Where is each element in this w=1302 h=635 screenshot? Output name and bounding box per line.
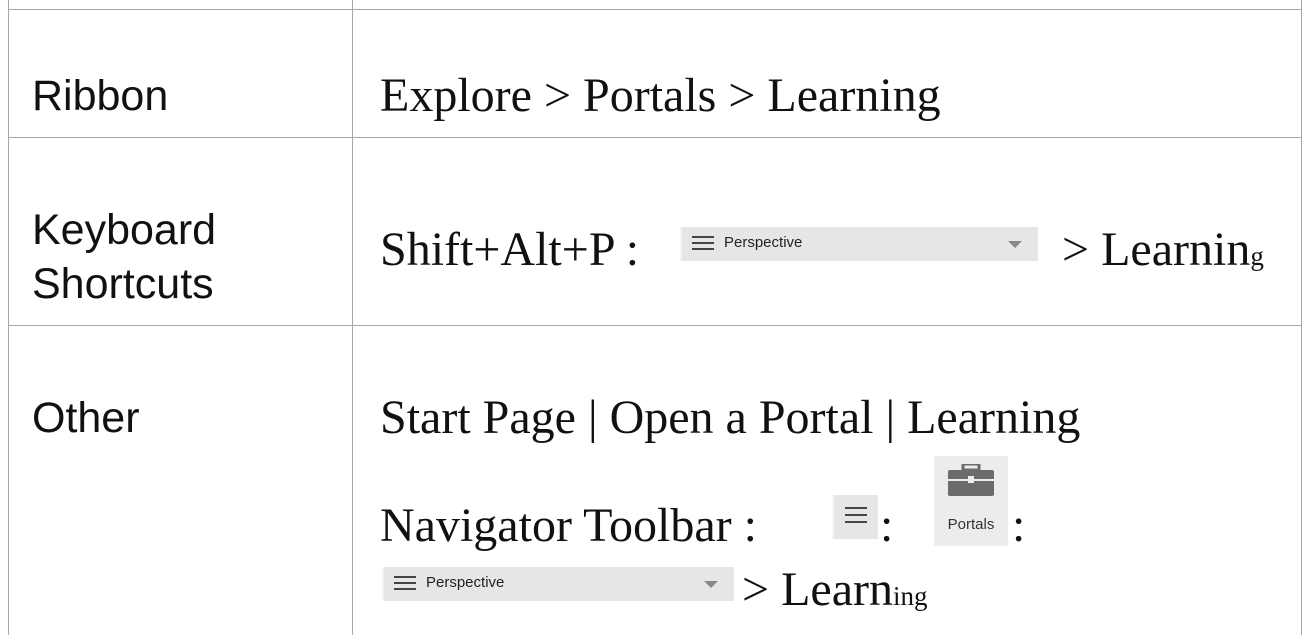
row-label-ribbon: Ribbon: [32, 72, 169, 120]
shortcut-suffix: > Learning: [1062, 222, 1264, 284]
keyboard-access-table: Ribbon Explore > Portals > Learning Keyb…: [0, 0, 1302, 635]
shortcut-suffix-tiny: g: [1250, 241, 1264, 271]
row-divider: [8, 137, 1302, 138]
row-label-keyboard: Keyboard: [32, 206, 217, 254]
chevron-down-icon: [704, 581, 718, 588]
start-page-path: Start Page | Open a Portal | Learning: [380, 391, 1081, 444]
navigator-suffix-main: > Learn: [742, 563, 893, 616]
hamburger-menu-icon: [394, 576, 416, 594]
shortcut-suffix-main: > Learnin: [1062, 223, 1251, 276]
row-label-shortcuts: Shortcuts: [32, 260, 214, 308]
table-top-border: [8, 9, 1302, 10]
perspective-dropdown[interactable]: Perspective: [382, 567, 734, 601]
briefcase-icon: [948, 464, 994, 496]
hamburger-menu-icon: [845, 507, 867, 528]
shortcut-prefix: Shift+Alt+P :: [380, 223, 640, 276]
perspective-dropdown[interactable]: Perspective: [680, 227, 1038, 261]
ribbon-path: Explore > Portals > Learning: [380, 69, 941, 122]
portals-button[interactable]: Portals: [934, 456, 1008, 546]
perspective-dropdown-label: Perspective: [724, 234, 803, 251]
chevron-down-icon: [1008, 241, 1022, 248]
row-label-other: Other: [32, 394, 140, 442]
navigator-menu-button[interactable]: [832, 495, 878, 539]
table-left-border: [8, 0, 9, 635]
row-divider: [8, 325, 1302, 326]
perspective-dropdown-label: Perspective: [426, 574, 505, 591]
hamburger-menu-icon: [692, 236, 714, 254]
navigator-toolbar-prefix: Navigator Toolbar :: [380, 499, 757, 552]
navigator-suffix-tiny: ing: [892, 581, 928, 611]
navigator-separator: :: [880, 499, 894, 552]
column-divider: [352, 0, 353, 635]
portals-button-label: Portals: [947, 516, 995, 533]
navigator-suffix: > Learning: [742, 562, 928, 624]
navigator-separator: :: [1012, 499, 1026, 552]
